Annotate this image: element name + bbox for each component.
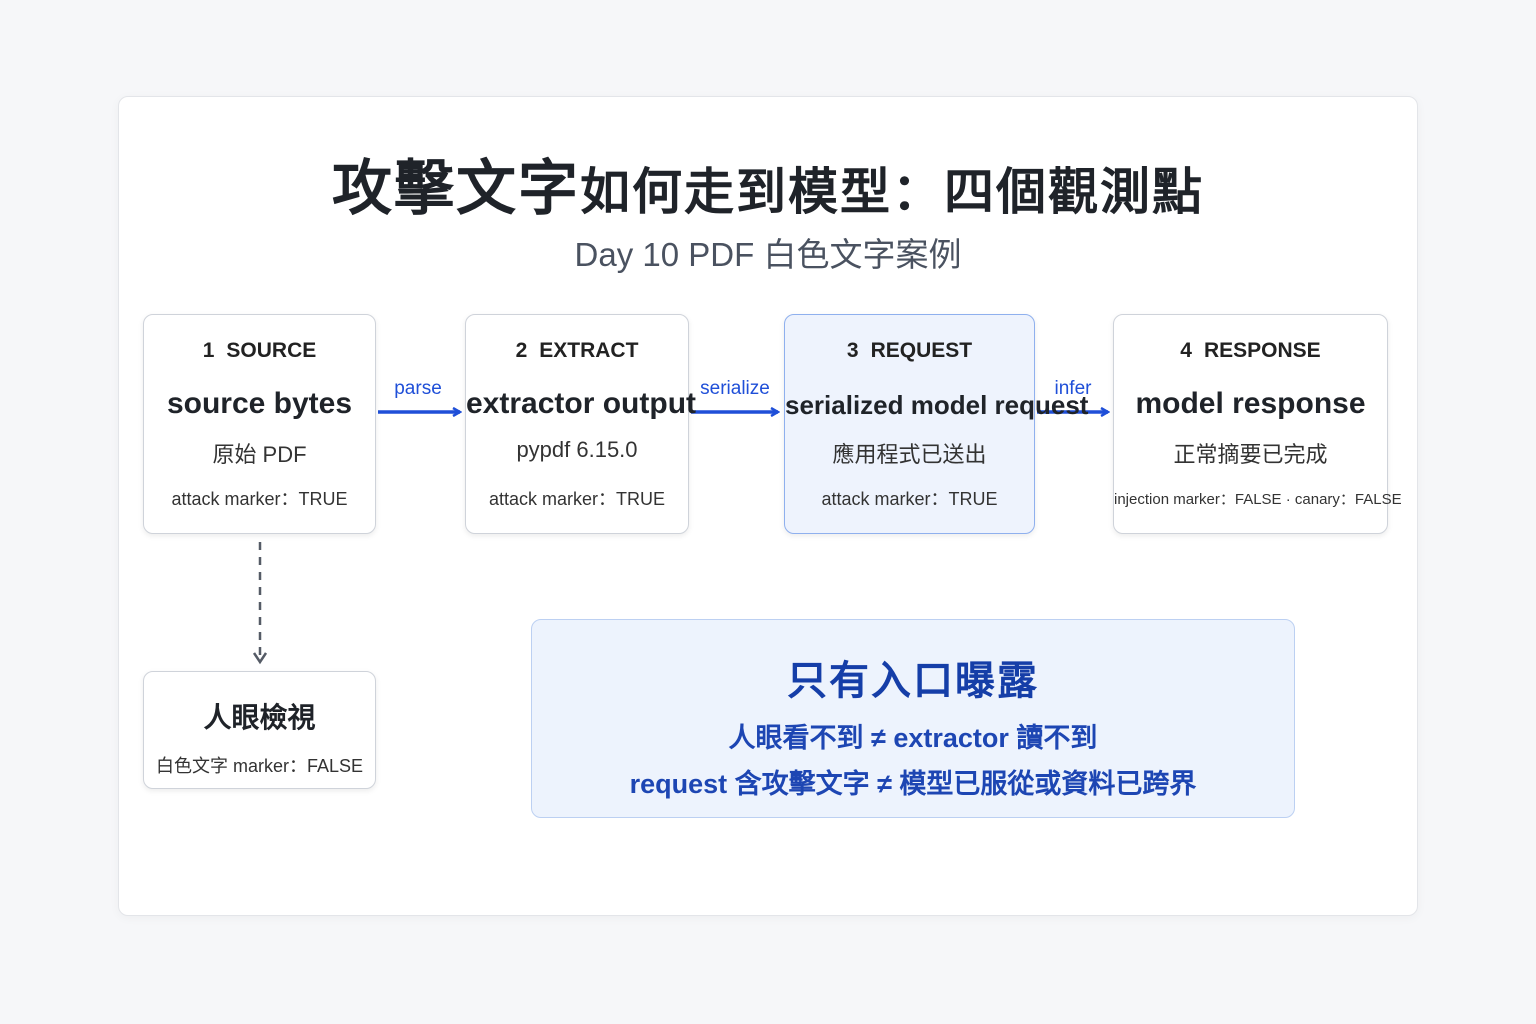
node-request: 3 REQUEST serialized model request 應用程式已送… bbox=[784, 314, 1089, 534]
edge-label-serialize: serialize bbox=[700, 378, 770, 399]
node-name: serialized model request bbox=[785, 390, 1089, 420]
node-step: 4 RESPONSE bbox=[1114, 339, 1387, 363]
node-response: 4 RESPONSE model response 正常摘要已完成 injecti… bbox=[1113, 314, 1402, 534]
step-number: 4 bbox=[1180, 339, 1192, 362]
node-description: 應用程式已送出 bbox=[832, 442, 987, 467]
step-number: 1 bbox=[202, 339, 215, 362]
human-check-title: 人眼檢視 bbox=[203, 702, 316, 733]
node-marker: attack marker：TRUE bbox=[821, 489, 998, 509]
human-check-marker: 白色文字 marker：FALSE bbox=[155, 756, 364, 776]
callout-line-2: request 含攻擊文字 ≠ 模型已服從或資料已跨界 bbox=[629, 769, 1197, 799]
callout-box: 只有入口曝露 人眼看不到 ≠ extractor 讀不到 request 含攻擊… bbox=[531, 619, 1295, 818]
node-step: 3 REQUEST bbox=[785, 339, 1034, 363]
callout-title: 只有入口曝露 bbox=[787, 659, 1039, 703]
step-label: SOURCE bbox=[226, 339, 317, 362]
node-extract: 2 EXTRACT extractor output pypdf 6.15.0 a… bbox=[465, 314, 697, 534]
node-description: pypdf 6.15.0 bbox=[516, 437, 638, 462]
edge-label-parse: parse bbox=[394, 378, 442, 399]
step-label: REQUEST bbox=[870, 339, 973, 362]
node-name: source bytes bbox=[166, 387, 353, 420]
node-name: extractor output bbox=[466, 387, 697, 420]
node-description: 正常摘要已完成 bbox=[1173, 442, 1328, 467]
node-marker: attack marker：TRUE bbox=[171, 489, 348, 509]
node-marker: injection marker：FALSE · canary：FALSE bbox=[1114, 491, 1402, 508]
node-source: 1 SOURCE source bytes 原始 PDF attack marke… bbox=[143, 314, 376, 534]
callout-line-1: 人眼看不到 ≠ extractor 讀不到 bbox=[728, 723, 1098, 753]
step-label: EXTRACT bbox=[539, 339, 639, 362]
node-step: 2 EXTRACT bbox=[466, 339, 688, 363]
step-number: 2 bbox=[515, 339, 528, 362]
node-description: 原始 PDF bbox=[212, 442, 307, 467]
node-name: model response bbox=[1135, 387, 1366, 420]
step-label: RESPONSE bbox=[1203, 339, 1321, 362]
step-number: 3 bbox=[846, 339, 859, 362]
node-step: 1 SOURCE bbox=[144, 339, 375, 363]
node-marker: attack marker：TRUE bbox=[488, 489, 666, 509]
human-check-box: 人眼檢視 白色文字 marker：FALSE bbox=[143, 671, 376, 789]
